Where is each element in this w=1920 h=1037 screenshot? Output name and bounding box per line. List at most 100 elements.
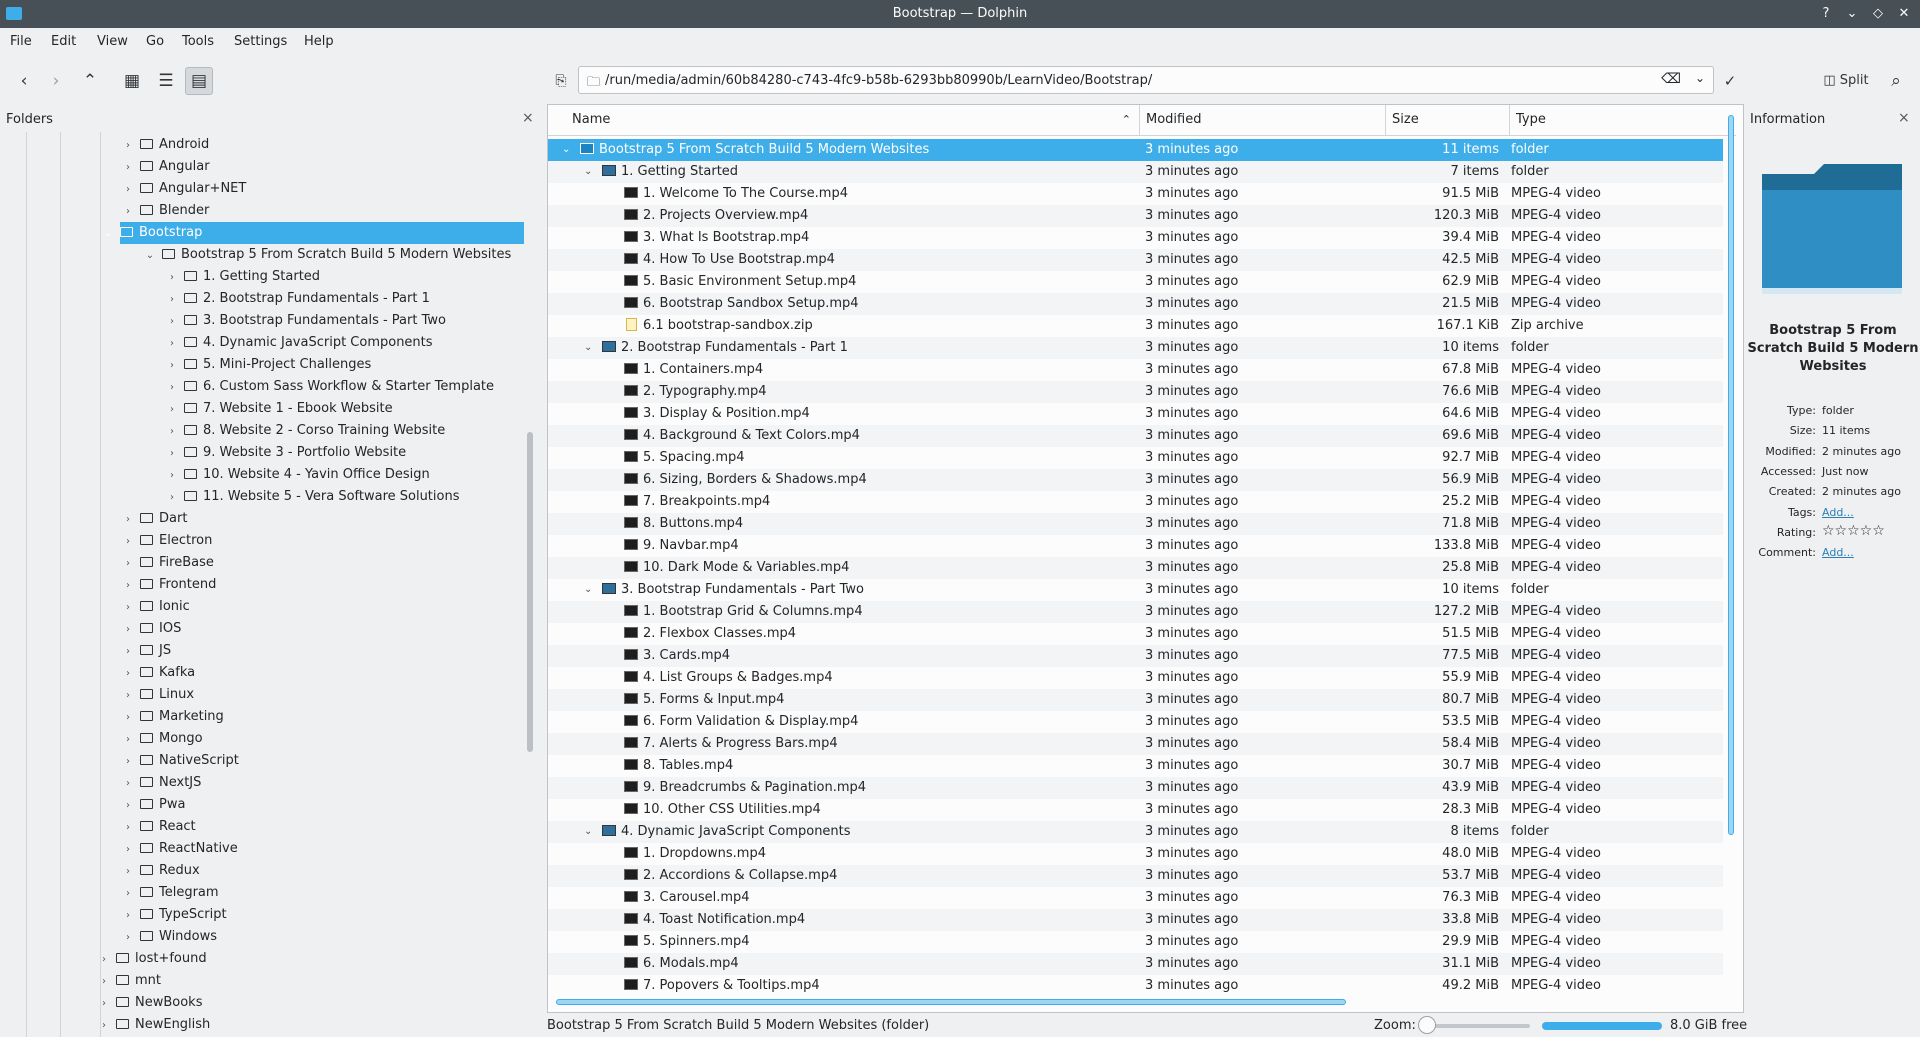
details-horizontal-scrollbar[interactable] <box>556 999 1346 1005</box>
chevron-right-icon[interactable]: › <box>122 905 134 927</box>
chevron-right-icon[interactable]: › <box>122 751 134 773</box>
folder-row[interactable]: ⌄ Bootstrap 5 From Scratch Build 5 Modern… <box>548 139 1723 161</box>
folder-tree-item[interactable]: › Blender <box>122 200 217 222</box>
chevron-right-icon[interactable]: › <box>122 201 134 223</box>
up-icon[interactable]: ⌃ <box>76 67 104 95</box>
file-row[interactable]: 1. Containers.mp4 3 minutes ago 67.8 MiB MP… <box>548 359 1723 381</box>
folder-tree-item[interactable]: › lost+found <box>98 948 215 970</box>
chevron-down-icon[interactable]: ⌄ <box>144 245 156 267</box>
chevron-down-icon[interactable]: ⌄ <box>584 161 592 183</box>
folder-tree-item[interactable]: › Linux <box>122 684 202 706</box>
file-row[interactable]: 1. Bootstrap Grid & Columns.mp4 3 minutes… <box>548 601 1723 623</box>
chevron-right-icon[interactable]: › <box>122 795 134 817</box>
chevron-right-icon[interactable]: › <box>122 729 134 751</box>
chevron-right-icon[interactable]: › <box>98 971 110 993</box>
file-row[interactable]: 6. Modals.mp4 3 minutes ago 31.1 MiB MPEG-4… <box>548 953 1723 975</box>
file-row[interactable]: 3. What Is Bootstrap.mp4 3 minutes ago 39.… <box>548 227 1723 249</box>
file-row[interactable]: 6. Sizing, Borders & Shadows.mp4 3 minute… <box>548 469 1723 491</box>
file-row[interactable]: 2. Accordions & Collapse.mp4 3 minutes ag… <box>548 865 1723 887</box>
file-row[interactable]: 8. Tables.mp4 3 minutes ago 30.7 MiB MPEG-4… <box>548 755 1723 777</box>
close-window-icon[interactable]: ✕ <box>1896 4 1912 24</box>
folder-tree-item[interactable]: › IOS <box>122 618 189 640</box>
chevron-right-icon[interactable]: › <box>166 289 178 311</box>
chevron-right-icon[interactable]: › <box>166 333 178 355</box>
clear-path-icon[interactable]: ⌫ <box>1661 71 1681 87</box>
file-row[interactable]: 4. How To Use Bootstrap.mp4 3 minutes ago… <box>548 249 1723 271</box>
file-row[interactable]: 2. Typography.mp4 3 minutes ago 76.6 MiB MP… <box>548 381 1723 403</box>
folder-tree-item[interactable]: › React <box>122 816 204 838</box>
add-link[interactable]: Add... <box>1822 546 1854 559</box>
folder-tree-item[interactable]: › Redux <box>122 860 208 882</box>
forward-icon[interactable]: › <box>42 67 70 95</box>
help-icon[interactable]: ? <box>1818 4 1834 24</box>
folder-tree-item[interactable]: › 3. Bootstrap Fundamentals - Part Two <box>166 310 454 332</box>
file-row[interactable]: 5. Spinners.mp4 3 minutes ago 29.9 MiB MPEG… <box>548 931 1723 953</box>
file-row[interactable]: 3. Display & Position.mp4 3 minutes ago 64… <box>548 403 1723 425</box>
folder-row[interactable]: ⌄ 4. Dynamic JavaScript Components 3 minut… <box>548 821 1723 843</box>
folder-tree-item[interactable]: › 8. Website 2 - Corso Training Website <box>166 420 453 442</box>
compact-view-icon[interactable]: ☰ <box>152 67 180 95</box>
file-row[interactable]: 2. Flexbox Classes.mp4 3 minutes ago 51.5 … <box>548 623 1723 645</box>
file-row[interactable]: 3. Cards.mp4 3 minutes ago 77.5 MiB MPEG-4 … <box>548 645 1723 667</box>
file-row[interactable]: 5. Forms & Input.mp4 3 minutes ago 80.7 Mi… <box>548 689 1723 711</box>
folder-tree-item[interactable]: › 7. Website 1 - Ebook Website <box>166 398 401 420</box>
folder-tree-item[interactable]: › Frontend <box>122 574 224 596</box>
chevron-right-icon[interactable]: › <box>122 531 134 553</box>
file-row[interactable]: 2. Projects Overview.mp4 3 minutes ago 120… <box>548 205 1723 227</box>
menu-file[interactable]: File <box>10 34 32 49</box>
file-row[interactable]: 9. Navbar.mp4 3 minutes ago 133.8 MiB MPEG-… <box>548 535 1723 557</box>
folder-tree-item[interactable]: › FireBase <box>122 552 222 574</box>
chevron-right-icon[interactable]: › <box>166 399 178 421</box>
search-icon[interactable]: ⌕ <box>1882 67 1910 95</box>
close-folders-panel-icon[interactable]: × <box>522 110 534 126</box>
file-row[interactable]: 10. Dark Mode & Variables.mp4 3 minutes a… <box>548 557 1723 579</box>
chevron-right-icon[interactable]: › <box>122 883 134 905</box>
menu-edit[interactable]: Edit <box>51 34 76 49</box>
column-header-modified[interactable]: Modified <box>1140 105 1386 135</box>
folder-tree-item[interactable]: › Dart <box>122 508 195 530</box>
chevron-down-icon[interactable]: ⌄ <box>562 139 570 161</box>
folder-row[interactable]: ⌄ 3. Bootstrap Fundamentals - Part Two 3 m… <box>548 579 1723 601</box>
folder-tree-item[interactable]: › 11. Website 5 - Vera Software Solutions <box>166 486 467 508</box>
folder-tree-item[interactable]: › NativeScript <box>122 750 247 772</box>
chevron-right-icon[interactable]: › <box>122 135 134 157</box>
menu-view[interactable]: View <box>97 34 128 49</box>
folder-tree-item[interactable]: › Angular <box>122 156 218 178</box>
chevron-down-icon[interactable]: ⌄ <box>584 579 592 601</box>
folder-tree-item[interactable]: › 6. Custom Sass Workflow & Starter Templ… <box>166 376 502 398</box>
chevron-right-icon[interactable]: › <box>122 157 134 179</box>
file-row[interactable]: 7. Breakpoints.mp4 3 minutes ago 25.2 MiB M… <box>548 491 1723 513</box>
folder-tree-item[interactable]: › NewBooks <box>98 992 210 1014</box>
chevron-right-icon[interactable]: › <box>166 355 178 377</box>
folder-row[interactable]: ⌄ 2. Bootstrap Fundamentals - Part 1 3 min… <box>548 337 1723 359</box>
folder-tree-item[interactable]: › Marketing <box>122 706 232 728</box>
chevron-right-icon[interactable]: › <box>122 927 134 949</box>
chevron-right-icon[interactable]: › <box>122 553 134 575</box>
chevron-right-icon[interactable]: › <box>122 179 134 201</box>
folder-tree-item[interactable]: › Ionic <box>122 596 198 618</box>
back-icon[interactable]: ‹ <box>10 67 38 95</box>
file-row[interactable]: 8. Buttons.mp4 3 minutes ago 71.8 MiB MPEG-… <box>548 513 1723 535</box>
folder-tree-item[interactable]: › Kafka <box>122 662 203 684</box>
split-button[interactable]: ◫ Split <box>1816 67 1876 95</box>
chevron-right-icon[interactable]: › <box>122 861 134 883</box>
column-header-type[interactable]: Type <box>1510 105 1726 135</box>
details-view-icon[interactable]: ▤ <box>185 67 213 95</box>
folder-tree-item[interactable]: › 4. Dynamic JavaScript Components <box>166 332 441 354</box>
chevron-right-icon[interactable]: › <box>166 487 178 509</box>
chevron-right-icon[interactable]: › <box>122 773 134 795</box>
file-row[interactable]: 6. Form Validation & Display.mp4 3 minute… <box>548 711 1723 733</box>
folder-tree-item[interactable]: › JS <box>122 640 179 662</box>
chevron-right-icon[interactable]: › <box>166 465 178 487</box>
file-row[interactable]: 5. Basic Environment Setup.mp4 3 minutes … <box>548 271 1723 293</box>
folder-tree-item[interactable]: › Pwa <box>122 794 193 816</box>
file-row[interactable]: 1. Welcome To The Course.mp4 3 minutes ag… <box>548 183 1723 205</box>
folder-row[interactable]: ⌄ 1. Getting Started 3 minutes ago 7 items f… <box>548 161 1723 183</box>
file-row[interactable]: 7. Popovers & Tooltips.mp4 3 minutes ago 4… <box>548 975 1723 997</box>
folder-tree-item[interactable]: › Windows <box>122 926 225 948</box>
chevron-right-icon[interactable]: › <box>122 509 134 531</box>
location-bar[interactable]: 🗀 /run/media/admin/60b84280-c743-4fc9-b5… <box>578 66 1714 94</box>
chevron-right-icon[interactable]: › <box>122 839 134 861</box>
icons-view-icon[interactable]: ▦ <box>118 67 146 95</box>
folder-tree-item[interactable]: › mnt <box>98 970 169 992</box>
